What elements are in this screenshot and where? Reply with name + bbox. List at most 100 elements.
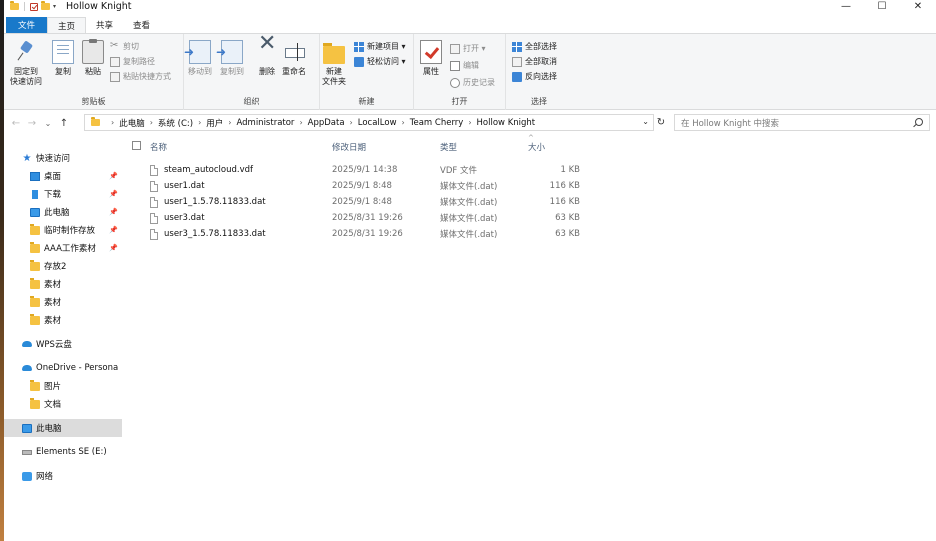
file-row[interactable]: user1.dat 2025/9/1 8:48 媒体文件(.dat) 116 K… (128, 178, 936, 194)
customize-toolbar-icon[interactable]: ▾ (53, 3, 56, 10)
sidebar-item-folder[interactable]: AAA工作素材 📌 (4, 239, 122, 257)
sidebar-item-this-pc-root[interactable]: 此电脑 (4, 419, 122, 437)
file-size: 63 KB (555, 229, 580, 239)
maximize-button[interactable]: ☐ (864, 0, 900, 13)
refresh-button[interactable]: ↻ (654, 114, 668, 131)
file-row[interactable]: user3_1.5.78.11833.dat 2025/8/31 19:26 媒… (128, 226, 936, 242)
file-row[interactable]: steam_autocloud.vdf 2025/9/1 14:38 VDF 文… (128, 162, 936, 178)
sidebar-item-quick-access[interactable]: ★ 快速访问 (4, 149, 122, 167)
organize-group: 移动到 复制到 删除 重命名 组织 (184, 34, 320, 110)
breadcrumb-item[interactable]: 用户 (206, 117, 223, 129)
tab-share[interactable]: 共享 (86, 17, 123, 33)
chevron-down-icon[interactable]: ⌄ (642, 117, 649, 126)
history-button[interactable]: 历史记录 (450, 77, 495, 88)
new-group: 新建 文件夹 新建项目 ▾ 轻松访问 ▾ 新建 (320, 34, 414, 110)
address-bar[interactable]: › 此电脑 › 系统 (C:) › 用户 › Administrator › A… (84, 114, 654, 131)
open-button[interactable]: 打开 ▾ (450, 43, 486, 54)
new-folder-icon[interactable] (41, 1, 50, 10)
breadcrumb-item[interactable]: LocalLow (358, 118, 397, 128)
cut-label: 剪切 (123, 42, 139, 51)
new-item-icon (354, 41, 364, 52)
folder-icon (30, 379, 40, 391)
sidebar-item-folder[interactable]: 素材 (4, 275, 122, 293)
search-icon[interactable] (915, 118, 923, 126)
breadcrumb-item[interactable]: AppData (308, 118, 345, 128)
sidebar-item-pictures[interactable]: 图片 (4, 377, 122, 395)
history-label: 历史记录 (463, 78, 495, 87)
back-button[interactable]: ← (8, 118, 24, 129)
properties-icon[interactable] (30, 2, 38, 11)
tab-view[interactable]: 查看 (123, 17, 160, 33)
breadcrumb-item[interactable]: 此电脑 (119, 117, 145, 129)
invert-selection-button[interactable]: 反向选择 (512, 71, 557, 82)
breadcrumb-separator: › (468, 118, 472, 127)
copy-to-button[interactable]: 复制到 (216, 40, 244, 77)
breadcrumb-item[interactable]: Administrator (236, 118, 294, 128)
sidebar-item-network[interactable]: 网络 (4, 467, 122, 485)
properties-icon (420, 40, 442, 64)
pin-icon[interactable]: 📌 (109, 226, 118, 234)
sidebar-item-folder[interactable]: 存放2 (4, 257, 122, 275)
column-header-type[interactable]: 类型 (440, 140, 457, 154)
sidebar-item-folder[interactable]: 素材 (4, 311, 122, 329)
pin-icon[interactable]: 📌 (109, 244, 118, 252)
pin-icon[interactable]: 📌 (109, 172, 118, 180)
properties-button[interactable]: 属性 (420, 40, 442, 77)
pin-to-quick-access-button[interactable]: 固定到 快速访问 (10, 40, 42, 87)
delete-button[interactable]: 删除 (256, 39, 278, 77)
window-title: Hollow Knight (66, 1, 132, 12)
sidebar-item-label: 此电脑 (44, 208, 70, 218)
sidebar-item-folder[interactable]: 素材 (4, 293, 122, 311)
close-button[interactable]: ✕ (900, 0, 936, 13)
paste-shortcut-button[interactable]: 粘贴快捷方式 (110, 71, 171, 82)
file-icon (150, 180, 158, 192)
select-none-icon (512, 56, 522, 67)
sidebar-item-downloads[interactable]: 下载 📌 (4, 185, 122, 203)
sidebar-item-label: AAA工作素材 (44, 244, 96, 254)
file-icon (150, 164, 158, 176)
file-row[interactable]: user3.dat 2025/8/31 19:26 媒体文件(.dat) 63 … (128, 210, 936, 226)
file-size: 116 KB (549, 181, 580, 191)
file-name: user3.dat (164, 213, 205, 223)
column-header-size[interactable]: 大小 (528, 140, 545, 154)
breadcrumb-item[interactable]: 系统 (C:) (158, 117, 193, 129)
breadcrumb-item[interactable]: Team Cherry (410, 118, 464, 128)
cut-button[interactable]: 剪切 (110, 40, 139, 52)
sidebar-item-label: 存放2 (44, 262, 67, 272)
sidebar-item-desktop[interactable]: 桌面 📌 (4, 167, 122, 185)
copy-path-button[interactable]: 复制路径 (110, 56, 155, 67)
up-button[interactable]: ↑ (56, 118, 72, 129)
column-header-name[interactable]: 名称 (150, 140, 167, 154)
edit-button[interactable]: 编辑 (450, 60, 479, 71)
recent-locations-button[interactable]: ⌄ (40, 119, 56, 128)
pin-icon (15, 40, 37, 64)
pin-icon[interactable]: 📌 (109, 190, 118, 198)
pin-icon[interactable]: 📌 (109, 208, 118, 216)
tab-home[interactable]: 主页 (47, 17, 87, 33)
move-to-button[interactable]: 移动到 (184, 40, 212, 77)
properties-label: 属性 (423, 67, 439, 76)
sidebar-item-drive-e[interactable]: Elements SE (E:) (4, 443, 122, 461)
select-group-label: 选择 (531, 97, 547, 106)
column-header-date[interactable]: 修改日期 (332, 140, 366, 154)
breadcrumb-item[interactable]: Hollow Knight (477, 118, 536, 128)
paste-button[interactable]: 粘贴 (82, 39, 104, 77)
file-row[interactable]: user1_1.5.78.11833.dat 2025/9/1 8:48 媒体文… (128, 194, 936, 210)
sidebar-item-documents[interactable]: 文档 (4, 395, 122, 413)
tab-file[interactable]: 文件 (6, 17, 48, 33)
sidebar-item-folder[interactable]: 临时制作存放 📌 (4, 221, 122, 239)
copy-button[interactable]: 复制 (52, 40, 74, 77)
sidebar-item-wps-cloud[interactable]: WPS云盘 (4, 335, 122, 353)
sidebar-item-onedrive[interactable]: OneDrive - Persona (4, 359, 122, 377)
forward-button[interactable]: → (24, 118, 40, 129)
easy-access-button[interactable]: 轻松访问 ▾ (354, 56, 406, 67)
sidebar-item-this-pc[interactable]: 此电脑 📌 (4, 203, 122, 221)
select-all-button[interactable]: 全部选择 (512, 41, 557, 52)
new-folder-button[interactable]: 新建 文件夹 (322, 40, 346, 87)
select-all-checkbox[interactable] (132, 141, 141, 150)
search-input[interactable]: 在 Hollow Knight 中搜索 (674, 114, 930, 131)
new-item-button[interactable]: 新建项目 ▾ (354, 41, 406, 52)
rename-button[interactable]: 重命名 (282, 40, 306, 77)
select-none-button[interactable]: 全部取消 (512, 56, 557, 67)
minimize-button[interactable]: — (828, 0, 864, 13)
